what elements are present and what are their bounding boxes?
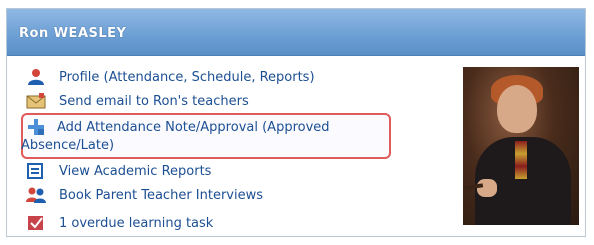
overdue-task-label: 1 overdue learning task [59, 215, 214, 231]
photo-tie [515, 141, 527, 179]
send-email-link[interactable]: Send email to Ron's teachers [25, 91, 249, 111]
add-attendance-label-line2: Absence/Late) [21, 138, 115, 153]
add-note-icon [25, 118, 47, 136]
student-name: Ron WEASLEY [19, 26, 127, 41]
person-icon [25, 68, 47, 86]
add-attendance-label-line1: Add Attendance Note/Approval (Approved [57, 119, 330, 135]
people-icon [25, 186, 47, 204]
student-photo [463, 67, 579, 225]
report-icon [25, 162, 47, 180]
photo-hand [477, 179, 497, 197]
task-icon [25, 214, 47, 232]
add-attendance-note-link[interactable]: Add Attendance Note/Approval (Approved A… [21, 117, 385, 153]
profile-link[interactable]: Profile (Attendance, Schedule, Reports) [25, 67, 315, 87]
panel-header: Ron WEASLEY [7, 9, 585, 56]
send-email-label: Send email to Ron's teachers [59, 93, 249, 109]
view-academic-reports-link[interactable]: View Academic Reports [25, 161, 211, 181]
email-icon [25, 92, 47, 110]
book-interviews-link[interactable]: Book Parent Teacher Interviews [25, 185, 263, 205]
student-panel: Ron WEASLEY Profile (Attendance, Schedul… [6, 8, 586, 237]
profile-link-label: Profile (Attendance, Schedule, Reports) [59, 69, 315, 85]
view-reports-label: View Academic Reports [59, 163, 212, 179]
photo-head [497, 85, 537, 133]
book-interviews-label: Book Parent Teacher Interviews [59, 187, 264, 203]
overdue-task-link[interactable]: 1 overdue learning task [25, 213, 213, 233]
